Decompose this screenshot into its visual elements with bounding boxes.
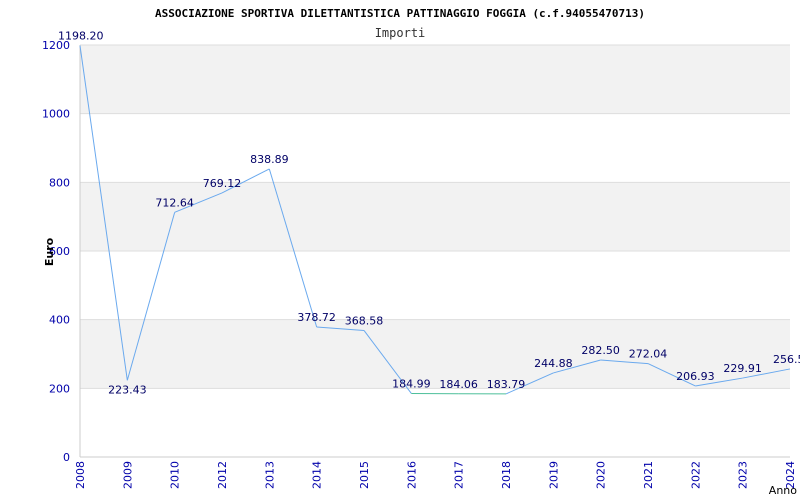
data-label: 368.58 (345, 314, 384, 327)
data-label: 1198.20 (58, 30, 104, 43)
x-tick-label: 2009 (121, 461, 134, 489)
x-tick-label: 2018 (500, 461, 513, 489)
data-label: 769.12 (203, 177, 242, 190)
data-label: 184.06 (439, 378, 478, 391)
y-tick-label: 1000 (42, 108, 70, 121)
data-label: 244.88 (534, 357, 573, 370)
x-tick-label: 2023 (737, 461, 750, 489)
data-label: 184.99 (392, 377, 431, 390)
data-label: 223.43 (108, 383, 147, 396)
data-label: 183.79 (487, 378, 526, 391)
chart-title: ASSOCIAZIONE SPORTIVA DILETTANTISTICA PA… (155, 7, 645, 20)
data-label: 838.89 (250, 153, 289, 166)
x-tick-label: 2010 (169, 461, 182, 489)
x-tick-label: 2013 (263, 461, 276, 489)
y-axis-label: Euro (43, 237, 56, 266)
data-label: 282.50 (581, 344, 620, 357)
x-tick-label: 2008 (74, 461, 87, 489)
x-tick-label: 2017 (453, 461, 466, 489)
data-label: 272.04 (629, 348, 668, 361)
x-tick-labels: 2008 2009 2010 2012 2013 2014 2015 2016 2017 2018… (74, 461, 797, 489)
data-label: 712.64 (155, 196, 194, 209)
y-tick-label: 400 (49, 314, 70, 327)
plot-band (80, 182, 790, 251)
y-tick-label: 800 (49, 176, 70, 189)
x-axis-label: Anno (769, 484, 797, 497)
x-tick-label: 2016 (405, 461, 418, 489)
data-label: 378.72 (297, 311, 336, 324)
data-label: 206.93 (676, 370, 715, 383)
x-tick-label: 2021 (642, 461, 655, 489)
x-tick-label: 2019 (547, 461, 560, 489)
chart: ASSOCIAZIONE SPORTIVA DILETTANTISTICA PA… (42, 7, 800, 497)
x-tick-label: 2020 (595, 461, 608, 489)
y-tick-label: 200 (49, 382, 70, 395)
x-tick-label: 2015 (358, 461, 371, 489)
plot-bands (80, 45, 790, 389)
data-label: 229.91 (723, 362, 762, 375)
x-tick-label: 2012 (216, 461, 229, 489)
chart-subtitle: Importi (375, 26, 426, 40)
plot-band (80, 45, 790, 114)
y-tick-label: 0 (63, 451, 70, 464)
data-label: 256.5 (773, 353, 800, 366)
x-tick-label: 2014 (311, 461, 324, 489)
x-tick-label: 2022 (689, 461, 702, 489)
